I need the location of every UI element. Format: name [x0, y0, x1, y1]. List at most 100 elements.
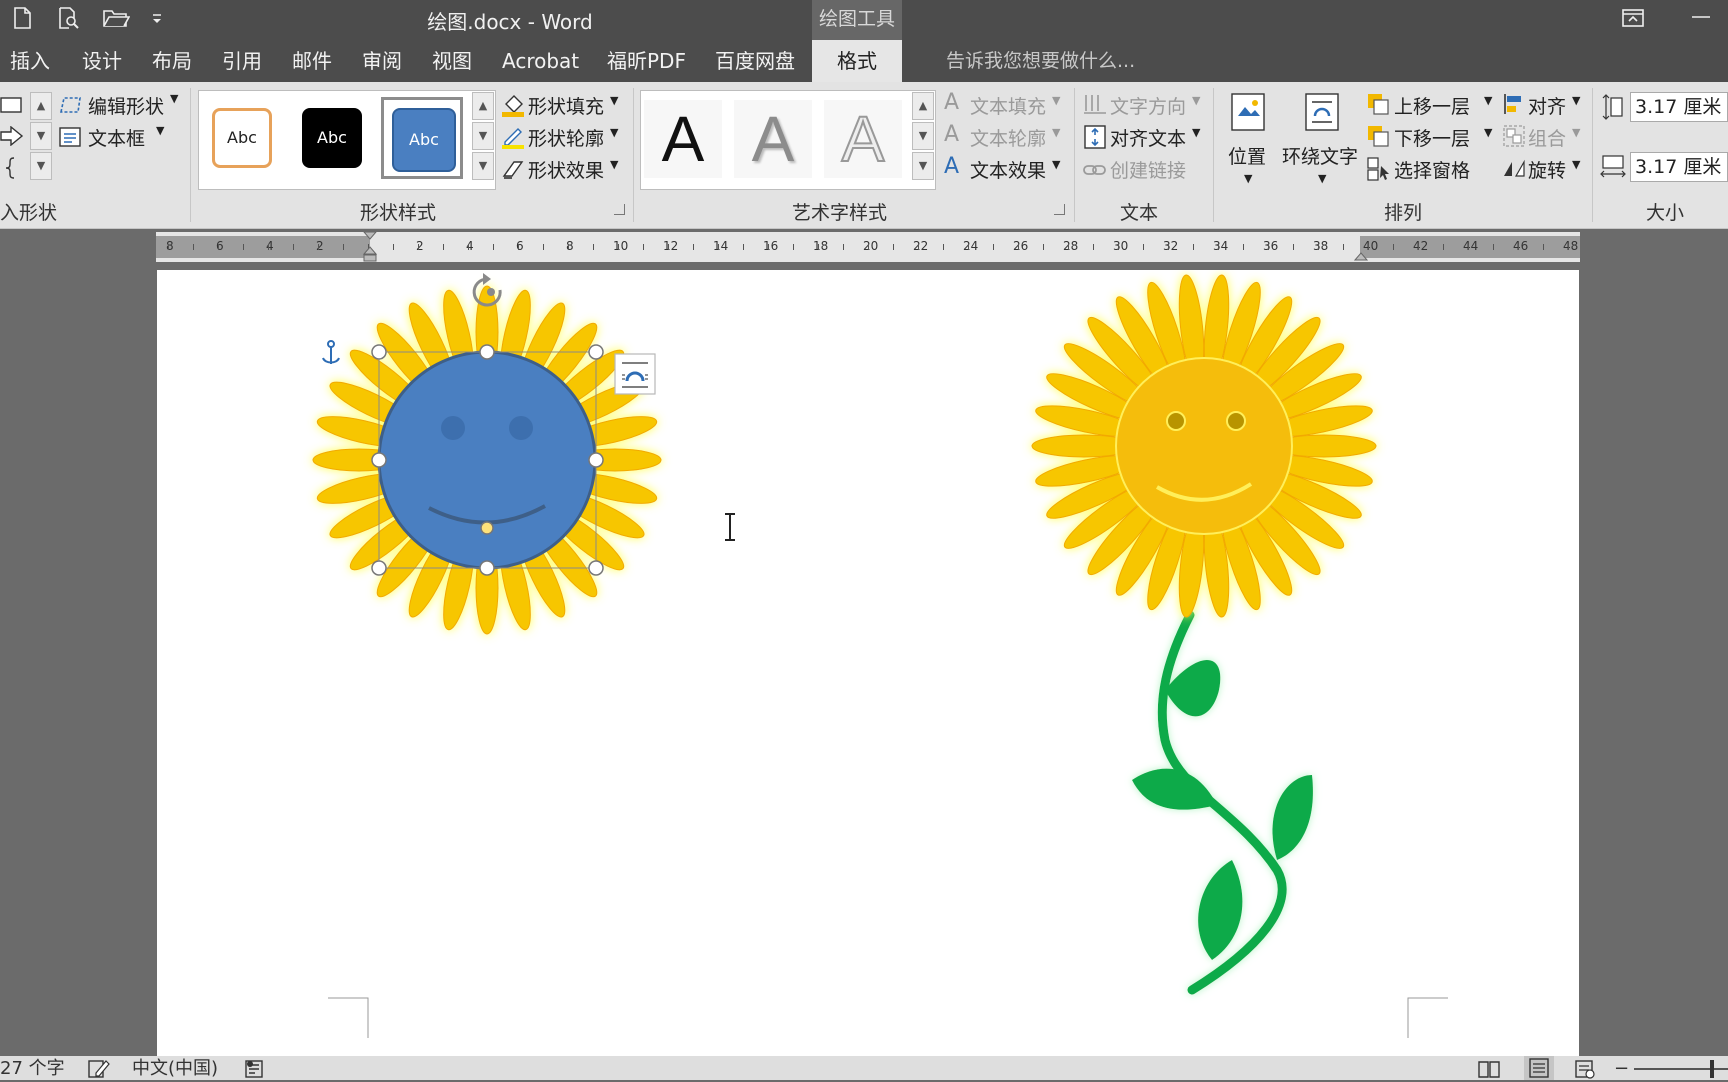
shape-style-black-fill[interactable]: Abc: [294, 100, 370, 176]
zoom-slider-thumb[interactable]: [1710, 1060, 1714, 1078]
text-fill-button[interactable]: 文本填充: [970, 92, 1046, 119]
position-button[interactable]: 位置: [1228, 142, 1266, 169]
wordart-more[interactable]: ▼: [912, 152, 934, 180]
send-backward-dropdown-icon[interactable]: ▼: [1484, 126, 1492, 139]
align-button[interactable]: 对齐: [1528, 92, 1566, 119]
rotate-button[interactable]: 旋转: [1528, 156, 1566, 183]
shapes-scroll-up[interactable]: ▲: [30, 92, 52, 120]
resize-handle[interactable]: [588, 560, 604, 576]
shape-outline-dropdown-icon[interactable]: ▼: [610, 126, 618, 139]
selection-pane-button[interactable]: 选择窗格: [1394, 156, 1470, 183]
shape-style-orange-outline[interactable]: Abc: [204, 100, 280, 176]
shapes-scroll-down[interactable]: ▼: [30, 122, 52, 150]
text-box-button[interactable]: 文本框: [88, 124, 145, 151]
shape-outline-button[interactable]: 形状轮廓: [528, 124, 604, 151]
document-page[interactable]: [157, 270, 1579, 1056]
wordart-scroll-down[interactable]: ▼: [912, 122, 934, 150]
shapes-more[interactable]: ▼: [30, 152, 52, 180]
text-effects-dropdown-icon[interactable]: ▼: [1052, 158, 1060, 171]
resize-handle[interactable]: [371, 344, 387, 360]
text-fill-dropdown-icon[interactable]: ▼: [1052, 94, 1060, 107]
create-link-button[interactable]: 创建链接: [1110, 156, 1186, 183]
left-sunflower[interactable]: [312, 285, 662, 635]
tab-layout[interactable]: 布局: [152, 40, 192, 82]
text-direction-button[interactable]: 文字方向: [1110, 92, 1186, 119]
horizontal-ruler[interactable]: 8 6 4 2 2 4 6 8 10 12 14 16 18 20 22 24 26 28 30 32 34 36 38 40…: [156, 232, 1580, 262]
resize-handle[interactable]: [371, 452, 387, 468]
minimize-icon[interactable]: [1688, 14, 1714, 20]
right-sunflower[interactable]: [1031, 274, 1377, 995]
open-folder-icon[interactable]: [102, 6, 130, 30]
shape-style-blue-fill[interactable]: Abc: [381, 97, 463, 179]
word-count[interactable]: 27 个字: [0, 1056, 65, 1082]
zoom-out-icon[interactable]: −: [1614, 1056, 1629, 1082]
align-text-button[interactable]: 对齐文本: [1110, 124, 1186, 151]
print-preview-icon[interactable]: [56, 6, 80, 30]
text-direction-dropdown-icon[interactable]: ▼: [1192, 94, 1200, 107]
shape-styles-dialog-launcher-icon[interactable]: [614, 204, 625, 215]
wordart-scroll-up[interactable]: ▲: [912, 92, 934, 120]
wrap-text-dropdown-icon[interactable]: ▼: [1318, 172, 1326, 185]
tab-baidu-netdisk[interactable]: 百度网盘: [715, 40, 795, 82]
shape-styles-scroll-down[interactable]: ▼: [472, 122, 494, 150]
customize-qat-icon[interactable]: [150, 6, 164, 30]
ribbon-display-options-icon[interactable]: [1620, 6, 1646, 30]
layout-options-icon[interactable]: [614, 353, 656, 395]
resize-handle[interactable]: [371, 560, 387, 576]
tab-format[interactable]: 格式: [812, 40, 902, 82]
rotate-dropdown-icon[interactable]: ▼: [1572, 158, 1580, 171]
bring-forward-dropdown-icon[interactable]: ▼: [1484, 94, 1492, 107]
ruler-right-indent-icon[interactable]: [1354, 247, 1368, 261]
proofing-icon[interactable]: [88, 1059, 110, 1079]
align-text-dropdown-icon[interactable]: ▼: [1192, 126, 1200, 139]
edit-shape-dropdown-icon[interactable]: ▼: [170, 92, 178, 105]
tell-me-search[interactable]: 告诉我您想要做什么...: [946, 40, 1135, 82]
tab-mailings[interactable]: 邮件: [292, 40, 332, 82]
adjustment-handle[interactable]: [480, 521, 494, 535]
group-dropdown-icon[interactable]: ▼: [1572, 126, 1580, 139]
tab-foxit-pdf[interactable]: 福昕PDF: [607, 40, 686, 82]
wrap-text-button[interactable]: 环绕文字: [1282, 142, 1358, 169]
text-box-dropdown-icon[interactable]: ▼: [156, 124, 164, 137]
send-backward-button[interactable]: 下移一层: [1394, 124, 1470, 151]
text-effects-button[interactable]: 文本效果: [970, 156, 1046, 183]
shape-effects-button[interactable]: 形状效果: [528, 156, 604, 183]
align-dropdown-icon[interactable]: ▼: [1572, 94, 1580, 107]
resize-handle[interactable]: [588, 344, 604, 360]
rectangle-shape-icon[interactable]: [0, 96, 24, 114]
position-dropdown-icon[interactable]: ▼: [1244, 172, 1252, 185]
tab-references[interactable]: 引用: [222, 40, 262, 82]
new-document-icon[interactable]: [10, 6, 34, 30]
tab-view[interactable]: 视图: [432, 40, 472, 82]
shape-styles-scroll-up[interactable]: ▲: [472, 92, 494, 120]
ruler-indent-marker-icon[interactable]: [363, 232, 377, 262]
edit-shape-button[interactable]: 编辑形状: [88, 92, 164, 119]
macro-recording-icon[interactable]: [244, 1059, 266, 1079]
shape-width-input[interactable]: 3.17 厘米: [1630, 152, 1728, 182]
tab-acrobat[interactable]: Acrobat: [502, 40, 579, 82]
tab-review[interactable]: 审阅: [362, 40, 402, 82]
shape-height-input[interactable]: 3.17 厘米: [1630, 92, 1728, 122]
brace-shape-icon[interactable]: [2, 156, 22, 180]
wordart-style-outline[interactable]: A: [824, 100, 902, 178]
print-layout-icon[interactable]: [1524, 1056, 1554, 1080]
read-mode-icon[interactable]: [1478, 1059, 1500, 1079]
text-outline-dropdown-icon[interactable]: ▼: [1052, 126, 1060, 139]
web-layout-icon[interactable]: [1574, 1059, 1596, 1079]
resize-handle[interactable]: [588, 452, 604, 468]
arrow-shape-icon[interactable]: [0, 126, 24, 146]
resize-handle[interactable]: [479, 344, 495, 360]
shape-fill-button[interactable]: 形状填充: [528, 92, 604, 119]
wordart-style-black[interactable]: A: [644, 100, 722, 178]
tab-design[interactable]: 设计: [82, 40, 122, 82]
wordart-dialog-launcher-icon[interactable]: [1054, 204, 1065, 215]
shape-styles-more[interactable]: ▼: [472, 152, 494, 180]
wordart-style-gray-shadow[interactable]: A: [734, 100, 812, 178]
selected-smiley-face[interactable]: [377, 350, 597, 570]
shape-fill-dropdown-icon[interactable]: ▼: [610, 94, 618, 107]
group-button[interactable]: 组合: [1528, 124, 1566, 151]
bring-forward-button[interactable]: 上移一层: [1394, 92, 1470, 119]
tab-insert[interactable]: 插入: [10, 40, 50, 82]
shape-effects-dropdown-icon[interactable]: ▼: [610, 158, 618, 171]
text-outline-button[interactable]: 文本轮廓: [970, 124, 1046, 151]
